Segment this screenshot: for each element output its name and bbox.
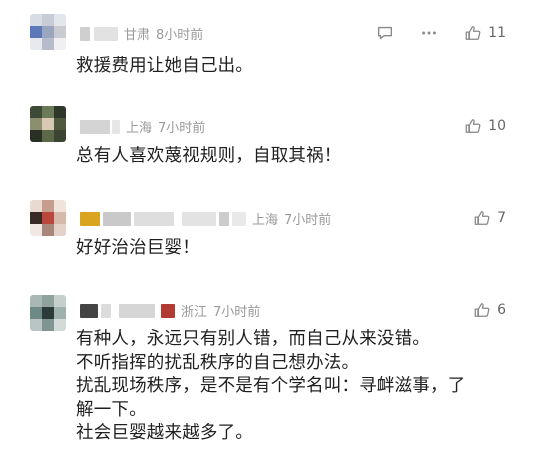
- username[interactable]: [80, 211, 100, 226]
- username[interactable]: [80, 26, 90, 41]
- timestamp: 8小时前: [156, 28, 204, 43]
- like-button[interactable]: 10: [464, 117, 506, 135]
- like-count: 11: [488, 25, 506, 41]
- comment-icon: [378, 26, 393, 40]
- timestamp: 7小时前: [213, 305, 261, 320]
- comment-line: 扰乱现场秩序，是不是有个学名叫：寻衅滋事，了: [76, 376, 466, 396]
- username[interactable]: [80, 119, 110, 134]
- like-count: 6: [497, 302, 506, 318]
- like-button[interactable]: 6: [473, 301, 506, 319]
- comment-text: 好好治治巨婴！: [76, 237, 516, 261]
- comment-line: 救援费用让她自己出。: [76, 56, 253, 76]
- avatar[interactable]: [30, 295, 66, 331]
- thumbs-up-icon: [474, 211, 490, 225]
- thumbs-up-icon: [465, 119, 481, 133]
- username[interactable]: [80, 303, 98, 318]
- comment-meta: 甘肃 8小时前: [80, 24, 203, 43]
- comment-meta: 上海 7小时前: [80, 209, 331, 228]
- comment-actions: 10: [438, 117, 506, 135]
- avatar[interactable]: [30, 200, 66, 236]
- thumbs-up-icon: [465, 26, 481, 40]
- location-label: 上海: [126, 121, 153, 136]
- comment-meta: 浙江 7小时前: [80, 301, 260, 320]
- comment-line: 好好治治巨婴！: [76, 238, 200, 258]
- comment-line: 总有人喜欢蔑视规则，自取其祸！: [76, 146, 342, 166]
- like-button[interactable]: 11: [464, 24, 506, 42]
- reply-button[interactable]: [376, 24, 394, 42]
- more-icon: [422, 31, 437, 35]
- comment-text: 救援费用让她自己出。: [76, 55, 516, 79]
- comment-meta: 上海 7小时前: [80, 117, 205, 136]
- comment-actions: 11: [350, 24, 506, 42]
- comment-actions: 6: [447, 301, 506, 319]
- like-count: 7: [497, 210, 506, 226]
- location-label: 甘肃: [124, 28, 151, 43]
- timestamp: 7小时前: [284, 213, 332, 228]
- comment-text: 有种人，永远只有别人错，而自己从来没错。 不听指挥的扰乱秩序的自己想办法。 扰乱…: [76, 328, 516, 446]
- avatar[interactable]: [30, 106, 66, 142]
- comment-line: 不听指挥的扰乱秩序的自己想办法。: [76, 352, 360, 373]
- like-count: 10: [488, 118, 506, 134]
- location-label: 浙江: [181, 305, 208, 320]
- comment-line: 有种人，永远只有别人错，而自己从来没错。: [76, 329, 430, 349]
- comment-line: 社会巨婴越来越多了。: [76, 423, 253, 443]
- more-button[interactable]: [420, 24, 438, 42]
- comment-actions: 7: [447, 209, 506, 227]
- like-button[interactable]: 7: [473, 209, 506, 227]
- thumbs-up-icon: [474, 303, 490, 317]
- comment-text: 总有人喜欢蔑视规则，自取其祸！: [76, 145, 516, 169]
- avatar[interactable]: [30, 14, 66, 50]
- timestamp: 7小时前: [158, 121, 206, 136]
- location-label: 上海: [252, 213, 279, 228]
- comment-line: 解一下。: [76, 399, 147, 420]
